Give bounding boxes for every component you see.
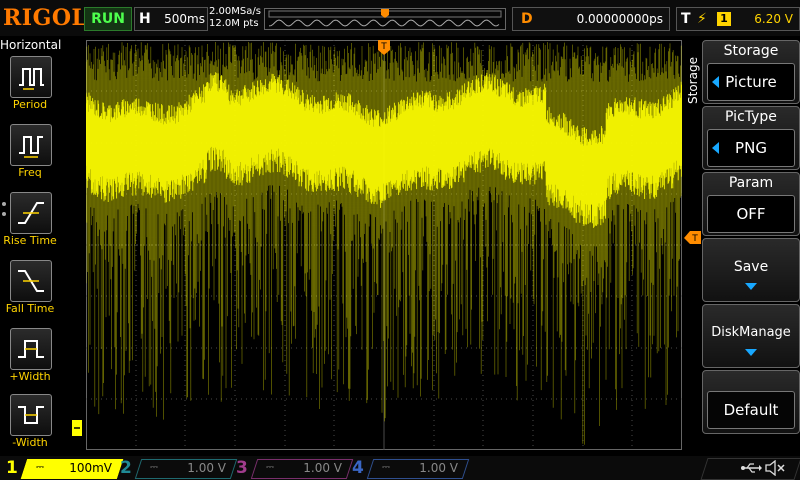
- trigger-time-marker: T: [378, 40, 390, 55]
- menu-vertical-title: Storage: [686, 57, 700, 105]
- menu-page-dot: [2, 212, 6, 216]
- channel-3-number: 3: [236, 458, 248, 478]
- channel-status-bar: 1 ⎓ 100mV 2 ⎓ 1.00 V 3 ⎓ 1.00 V 4 ⎓ 1.00…: [0, 456, 800, 480]
- delay-value: 0.00000000ps: [576, 12, 663, 26]
- channel-2-status[interactable]: 2 ⎓ 1.00 V: [120, 458, 238, 479]
- channel-2-number: 2: [120, 458, 132, 478]
- positive-width-icon: [18, 340, 44, 358]
- acquisition-info: 2.00MSa/s 12.0M pts: [209, 6, 263, 30]
- sample-rate: 2.00MSa/s: [209, 6, 261, 17]
- save-label: Save: [733, 259, 769, 275]
- positive-width-button[interactable]: [10, 328, 52, 370]
- channel-1-scale: 100mV: [69, 461, 112, 475]
- param-value: OFF: [736, 205, 766, 223]
- period-button[interactable]: [10, 56, 52, 98]
- waveform-display[interactable]: [86, 40, 682, 450]
- svg-text:T: T: [691, 234, 698, 244]
- negative-width-button[interactable]: [10, 394, 52, 436]
- brand-logo: RIGOL: [3, 5, 88, 31]
- speaker-muted-icon[interactable]: [764, 460, 786, 476]
- frequency-icon: [19, 136, 43, 158]
- menu-page-dot: [2, 202, 6, 206]
- channel-4-status[interactable]: 4 ⎓ 1.00 V: [352, 458, 470, 479]
- period-label: Period: [12, 98, 48, 111]
- period-icon: [19, 68, 44, 90]
- default-label: Default: [723, 401, 779, 419]
- dc-coupling-icon: ⎓: [150, 462, 158, 473]
- menu-title: Horizontal: [0, 38, 62, 52]
- horizontal-timebase[interactable]: H 500ms: [134, 7, 208, 31]
- submenu-down-arrow-icon: [745, 349, 757, 356]
- param-title: Param: [728, 175, 774, 191]
- svg-text:T: T: [380, 42, 387, 52]
- channel-1-status[interactable]: 1 ⎓ 100mV: [6, 458, 124, 479]
- negative-width-label: -Width: [12, 436, 48, 449]
- usb-icon: [741, 463, 762, 473]
- memory-overview: [264, 8, 506, 30]
- fall-time-label: Fall Time: [5, 302, 55, 315]
- rise-time-icon: [18, 202, 44, 224]
- dc-coupling-icon: ⎓: [266, 462, 274, 473]
- dc-coupling-icon: ⎓: [36, 462, 44, 473]
- storage-menu: Storage Picture PicType PNG Param OFF Sa…: [702, 40, 800, 452]
- trigger-label: T: [681, 11, 691, 27]
- trigger-source: 1: [717, 12, 731, 26]
- horizontal-delay[interactable]: D 0.00000000ps: [512, 7, 670, 31]
- horizontal-measure-menu: Horizontal Period Freq Rise Time Fall Ti…: [0, 36, 62, 456]
- rise-time-button[interactable]: [10, 192, 52, 234]
- rise-time-label: Rise Time: [3, 234, 57, 247]
- param-button[interactable]: Param OFF: [702, 172, 800, 236]
- memory-depth: 12.0M pts: [209, 18, 259, 29]
- pictype-value: PNG: [735, 139, 767, 157]
- dc-coupling-icon: ⎓: [382, 462, 390, 473]
- trigger-level: 6.20 V: [754, 12, 793, 26]
- channel-1-ground-marker[interactable]: [72, 420, 86, 436]
- storage-title: Storage: [723, 43, 779, 59]
- channel-2-scale: 1.00 V: [187, 461, 226, 475]
- positive-width-label: +Width: [9, 370, 51, 383]
- frequency-button[interactable]: [10, 124, 52, 166]
- channel-3-scale: 1.00 V: [303, 461, 342, 475]
- storage-type-value: Picture: [725, 73, 777, 91]
- delay-label: D: [521, 11, 533, 27]
- rising-edge-icon: ⚡: [697, 11, 707, 27]
- negative-width-icon: [18, 406, 44, 424]
- channel-1-number: 1: [6, 458, 18, 478]
- disk-manage-label: DiskManage: [711, 325, 791, 340]
- disk-manage-button[interactable]: DiskManage: [702, 304, 800, 368]
- pictype-button[interactable]: PicType PNG: [702, 106, 800, 170]
- memory-waveform-overview: [268, 9, 502, 27]
- top-status-bar: RIGOL RUN H 500ms 2.00MSa/s 12.0M pts D …: [0, 0, 800, 36]
- storage-type-button[interactable]: Storage Picture: [702, 40, 800, 104]
- channel-3-status[interactable]: 3 ⎓ 1.00 V: [236, 458, 354, 479]
- channel-4-scale: 1.00 V: [419, 461, 458, 475]
- fall-time-button[interactable]: [10, 260, 52, 302]
- submenu-down-arrow-icon: [745, 283, 757, 290]
- trigger-level-marker: T: [684, 231, 701, 244]
- frequency-label: Freq: [18, 166, 42, 179]
- fall-time-icon: [18, 270, 44, 292]
- default-button[interactable]: Default: [702, 370, 800, 434]
- trigger-settings[interactable]: T ⚡ 1 6.20 V: [676, 7, 800, 31]
- pictype-title: PicType: [725, 109, 777, 125]
- horizontal-label: H: [139, 11, 151, 27]
- run-stop-status[interactable]: RUN: [84, 7, 132, 31]
- save-button[interactable]: Save: [702, 238, 800, 302]
- timebase-value: 500ms: [164, 12, 205, 26]
- channel-4-number: 4: [352, 458, 364, 478]
